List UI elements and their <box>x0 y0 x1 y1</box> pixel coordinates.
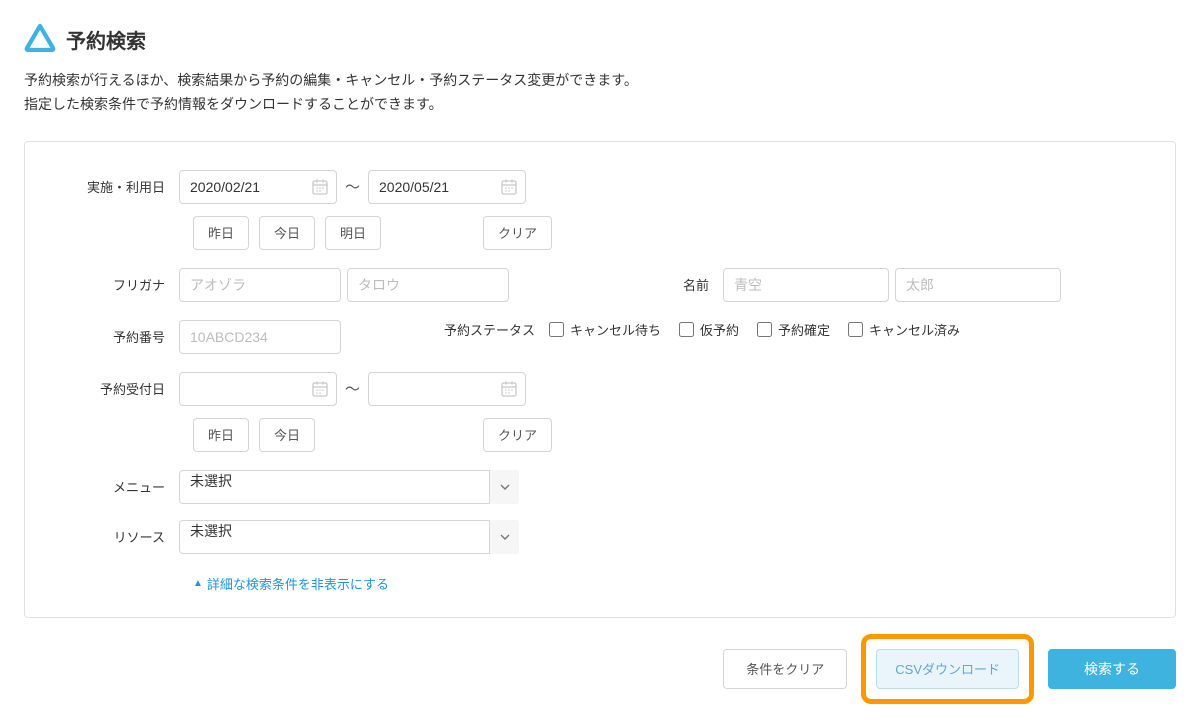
number-status-row: 予約番号 予約ステータス キャンセル待ち 仮予約 予約確定 <box>59 320 1141 354</box>
status-checkbox-group: キャンセル待ち 仮予約 予約確定 キャンセル済み <box>549 320 960 339</box>
furigana-last-input[interactable] <box>179 268 341 302</box>
received-date-to-input[interactable] <box>368 372 526 406</box>
page-description: 予約検索が行えるほか、検索結果から予約の編集・キャンセル・予約ステータス変更がで… <box>24 69 1176 117</box>
menu-label: メニュー <box>59 477 179 496</box>
csv-highlight-frame: CSVダウンロード <box>861 634 1034 704</box>
status-confirmed-checkbox[interactable]: 予約確定 <box>757 320 830 339</box>
menu-row: メニュー 未選択 <box>59 470 1141 504</box>
checkbox-label: 仮予約 <box>700 320 739 339</box>
received-today-button[interactable]: 今日 <box>259 418 315 452</box>
search-panel: 実施・利用日 〜 昨日 今日 明日 クリア フリガナ <box>24 141 1176 618</box>
search-button[interactable]: 検索する <box>1048 649 1176 689</box>
tilde-separator: 〜 <box>343 176 362 197</box>
menu-select[interactable]: 未選択 <box>179 470 519 504</box>
booking-number-input[interactable] <box>179 320 341 354</box>
usage-date-quick-buttons: 昨日 今日 明日 クリア <box>193 216 1141 250</box>
furigana-label: フリガナ <box>59 275 179 294</box>
received-date-quick-buttons: 昨日 今日 クリア <box>193 418 1141 452</box>
checkbox-input[interactable] <box>679 322 694 337</box>
status-label: 予約ステータス <box>429 320 549 339</box>
received-date-label: 予約受付日 <box>59 379 179 398</box>
action-bar: 条件をクリア CSVダウンロード 検索する <box>24 634 1176 704</box>
usage-yesterday-button[interactable]: 昨日 <box>193 216 249 250</box>
received-date-from-input[interactable] <box>179 372 337 406</box>
csv-download-button[interactable]: CSVダウンロード <box>876 649 1019 689</box>
page-header: 予約検索 <box>24 24 1176 55</box>
usage-today-button[interactable]: 今日 <box>259 216 315 250</box>
status-provisional-checkbox[interactable]: 仮予約 <box>679 320 739 339</box>
status-cancelled-checkbox[interactable]: キャンセル済み <box>848 320 960 339</box>
page-title: 予約検索 <box>66 25 146 54</box>
furigana-first-input[interactable] <box>347 268 509 302</box>
name-label: 名前 <box>669 275 723 294</box>
checkbox-label: キャンセル待ち <box>570 320 661 339</box>
resource-label: リソース <box>59 527 179 546</box>
received-yesterday-button[interactable]: 昨日 <box>193 418 249 452</box>
usage-date-to-input[interactable] <box>368 170 526 204</box>
tilde-separator: 〜 <box>343 378 362 399</box>
received-date-row: 予約受付日 〜 <box>59 372 1141 406</box>
toggle-advanced-label: 詳細な検索条件を非表示にする <box>207 574 389 593</box>
usage-date-from-input[interactable] <box>179 170 337 204</box>
description-line-1: 予約検索が行えるほか、検索結果から予約の編集・キャンセル・予約ステータス変更がで… <box>24 69 1176 93</box>
name-first-input[interactable] <box>895 268 1061 302</box>
usage-tomorrow-button[interactable]: 明日 <box>325 216 381 250</box>
name-last-input[interactable] <box>723 268 889 302</box>
resource-row: リソース 未選択 <box>59 520 1141 554</box>
booking-number-label: 予約番号 <box>59 327 179 346</box>
furigana-name-row: フリガナ 名前 <box>59 268 1141 302</box>
resource-select[interactable]: 未選択 <box>179 520 519 554</box>
usage-clear-button[interactable]: クリア <box>483 216 552 250</box>
checkbox-input[interactable] <box>848 322 863 337</box>
usage-date-label: 実施・利用日 <box>59 177 179 196</box>
checkbox-label: キャンセル済み <box>869 320 960 339</box>
usage-date-row: 実施・利用日 〜 <box>59 170 1141 204</box>
logo-icon <box>24 24 56 55</box>
clear-conditions-button[interactable]: 条件をクリア <box>723 649 847 689</box>
checkbox-input[interactable] <box>549 322 564 337</box>
status-waitlist-checkbox[interactable]: キャンセル待ち <box>549 320 661 339</box>
checkbox-input[interactable] <box>757 322 772 337</box>
description-line-2: 指定した検索条件で予約情報をダウンロードすることができます。 <box>24 93 1176 117</box>
received-clear-button[interactable]: クリア <box>483 418 552 452</box>
triangle-up-icon: ▲ <box>193 578 203 589</box>
checkbox-label: 予約確定 <box>778 320 830 339</box>
toggle-advanced-link[interactable]: ▲ 詳細な検索条件を非表示にする <box>193 574 389 593</box>
